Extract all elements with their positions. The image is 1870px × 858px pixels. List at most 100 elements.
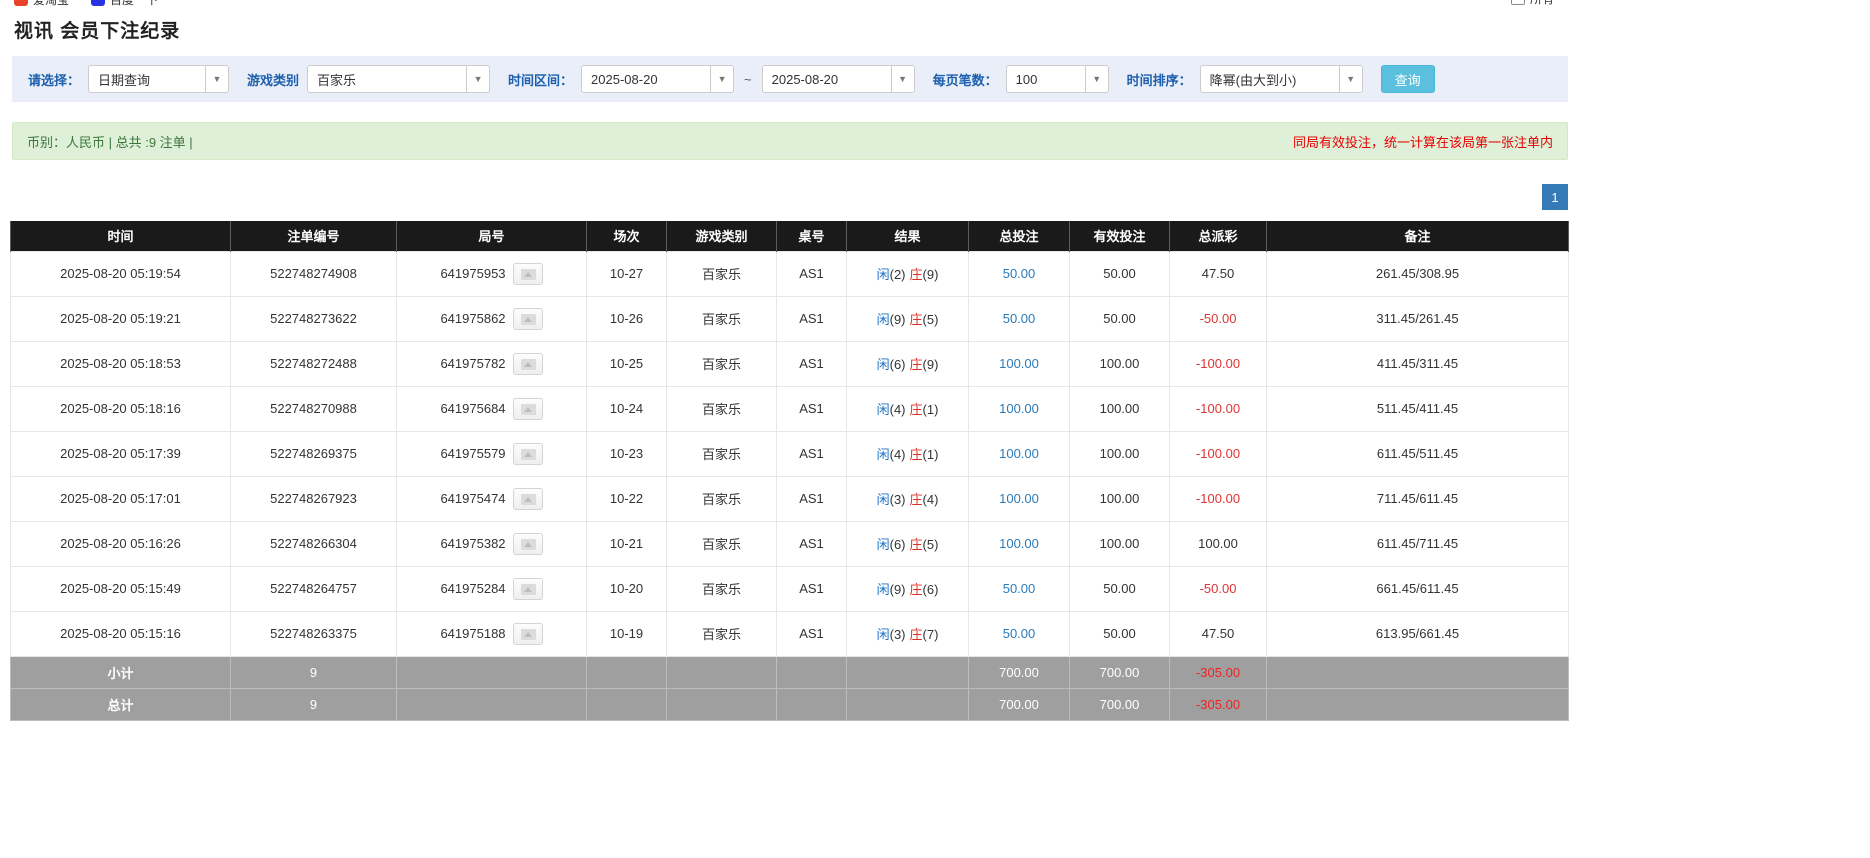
cell-session: 10-26 (587, 296, 667, 341)
game-type-select[interactable]: 百家乐 ▼ (307, 65, 490, 93)
date-from-select[interactable]: 2025-08-20 ▼ (581, 65, 734, 93)
total-bet-link[interactable]: 100.00 (969, 476, 1070, 521)
round-result-image-icon[interactable] (513, 263, 543, 285)
player-result: 闲(6) (877, 537, 906, 552)
total-bet-link[interactable]: 100.00 (969, 431, 1070, 476)
footer-cell: -305.00 (1170, 656, 1267, 688)
banker-result: 庄(1) (910, 447, 939, 462)
search-button[interactable]: 查询 (1381, 65, 1435, 93)
player-result: 闲(9) (877, 582, 906, 597)
round-result-image-icon[interactable] (513, 308, 543, 330)
cell-valid_bet: 100.00 (1070, 386, 1170, 431)
footer-cell: 700.00 (969, 656, 1070, 688)
table-row: 2025-08-20 05:18:53522748272488641975782… (11, 341, 1569, 386)
chevron-down-icon[interactable]: ▼ (1339, 66, 1362, 92)
round-result-image-icon[interactable] (513, 353, 543, 375)
total-bet-link[interactable]: 100.00 (969, 521, 1070, 566)
chevron-down-icon[interactable]: ▼ (205, 66, 228, 92)
cell-table_no: AS1 (777, 386, 847, 431)
cell-payout: -100.00 (1170, 386, 1267, 431)
chevron-down-icon[interactable]: ▼ (466, 66, 489, 92)
cell-payout: 47.50 (1170, 611, 1267, 656)
chevron-down-icon[interactable]: ▼ (1085, 66, 1108, 92)
total-row: 总计9700.00700.00-305.00 (11, 688, 1569, 720)
cell-note: 661.45/611.45 (1267, 566, 1569, 611)
bet-records-table: 时间注单编号局号场次游戏类别桌号结果总投注有效投注总派彩备注 2025-08-2… (10, 221, 1569, 721)
cell-note: 411.45/311.45 (1267, 341, 1569, 386)
round-number: 641975953 (440, 266, 505, 281)
column-header: 总投注 (969, 221, 1070, 251)
cell-table_no: AS1 (777, 296, 847, 341)
round-result-image-icon[interactable] (513, 398, 543, 420)
cell-valid_bet: 50.00 (1070, 251, 1170, 296)
footer-cell: 9 (231, 656, 397, 688)
folder-icon (1511, 0, 1525, 5)
date-from-value: 2025-08-20 (582, 66, 710, 92)
cell-bet_id: 522748263375 (231, 611, 397, 656)
round-result-image-icon[interactable] (513, 533, 543, 555)
cell-payout: -100.00 (1170, 476, 1267, 521)
footer-cell (777, 656, 847, 688)
table-header-row: 时间注单编号局号场次游戏类别桌号结果总投注有效投注总派彩备注 (11, 221, 1569, 251)
bookmark-aitaobao[interactable]: 爱淘宝 (14, 0, 69, 8)
total-bet-link[interactable]: 50.00 (969, 251, 1070, 296)
round-result-image-icon[interactable] (513, 443, 543, 465)
bookmark-all-folder[interactable]: 所有 (1511, 0, 1554, 7)
cell-valid_bet: 50.00 (1070, 611, 1170, 656)
total-bet-link[interactable]: 100.00 (969, 386, 1070, 431)
total-bet-link[interactable]: 50.00 (969, 296, 1070, 341)
cell-valid_bet: 50.00 (1070, 296, 1170, 341)
summary-bar: 币别：人民币 | 总共 :9 注单 | 同局有效投注，统一计算在该局第一张注单内 (12, 122, 1568, 160)
currency-summary-text: 币别：人民币 | 总共 :9 注单 | (27, 132, 193, 151)
table-row: 2025-08-20 05:15:49522748264757641975284… (11, 566, 1569, 611)
sort-label: 时间排序： (1127, 70, 1192, 89)
sort-select[interactable]: 降幂(由大到小) ▼ (1200, 65, 1363, 93)
pagination: 1 (12, 184, 1568, 210)
player-result: 闲(4) (877, 447, 906, 462)
cell-session: 10-23 (587, 431, 667, 476)
cell-result: 闲(4) 庄(1) (847, 431, 969, 476)
cell-round: 641975953 (397, 251, 587, 296)
bookmark-baidu[interactable]: 百度一下 (91, 0, 158, 8)
column-header: 局号 (397, 221, 587, 251)
chevron-down-icon[interactable]: ▼ (891, 66, 914, 92)
round-number: 641975862 (440, 311, 505, 326)
round-result-image-icon[interactable] (513, 488, 543, 510)
column-header: 场次 (587, 221, 667, 251)
cell-note: 611.45/511.45 (1267, 431, 1569, 476)
player-result: 闲(4) (877, 402, 906, 417)
round-number: 641975474 (440, 491, 505, 506)
player-result: 闲(2) (877, 267, 906, 282)
date-to-select[interactable]: 2025-08-20 ▼ (762, 65, 915, 93)
round-number: 641975382 (440, 536, 505, 551)
total-bet-link[interactable]: 100.00 (969, 341, 1070, 386)
cell-time: 2025-08-20 05:15:49 (11, 566, 231, 611)
page-size-select[interactable]: 100 ▼ (1006, 65, 1109, 93)
cell-result: 闲(9)庄(6) (847, 566, 969, 611)
page-1-button[interactable]: 1 (1542, 184, 1568, 210)
cell-note: 611.45/711.45 (1267, 521, 1569, 566)
banker-result: 庄(5) (910, 312, 939, 327)
cell-table_no: AS1 (777, 611, 847, 656)
banker-result: 庄(7) (910, 627, 939, 642)
cell-time: 2025-08-20 05:15:16 (11, 611, 231, 656)
round-number: 641975684 (440, 401, 505, 416)
total-bet-link[interactable]: 50.00 (969, 611, 1070, 656)
cell-session: 10-22 (587, 476, 667, 521)
bookmark-label: 百度一下 (110, 0, 158, 8)
query-type-select[interactable]: 日期查询 ▼ (88, 65, 229, 93)
query-type-value: 日期查询 (89, 66, 205, 92)
bookmark-label: 爱淘宝 (33, 0, 69, 8)
table-row: 2025-08-20 05:17:39522748269375641975579… (11, 431, 1569, 476)
footer-label: 小计 (11, 656, 231, 688)
footer-cell (1267, 688, 1569, 720)
cell-game: 百家乐 (667, 341, 777, 386)
round-result-image-icon[interactable] (513, 623, 543, 645)
round-result-image-icon[interactable] (513, 578, 543, 600)
cell-time: 2025-08-20 05:19:54 (11, 251, 231, 296)
chevron-down-icon[interactable]: ▼ (710, 66, 733, 92)
page-size-label: 每页笔数： (933, 70, 998, 89)
column-header: 时间 (11, 221, 231, 251)
query-type-label: 请选择： (28, 70, 80, 89)
total-bet-link[interactable]: 50.00 (969, 566, 1070, 611)
